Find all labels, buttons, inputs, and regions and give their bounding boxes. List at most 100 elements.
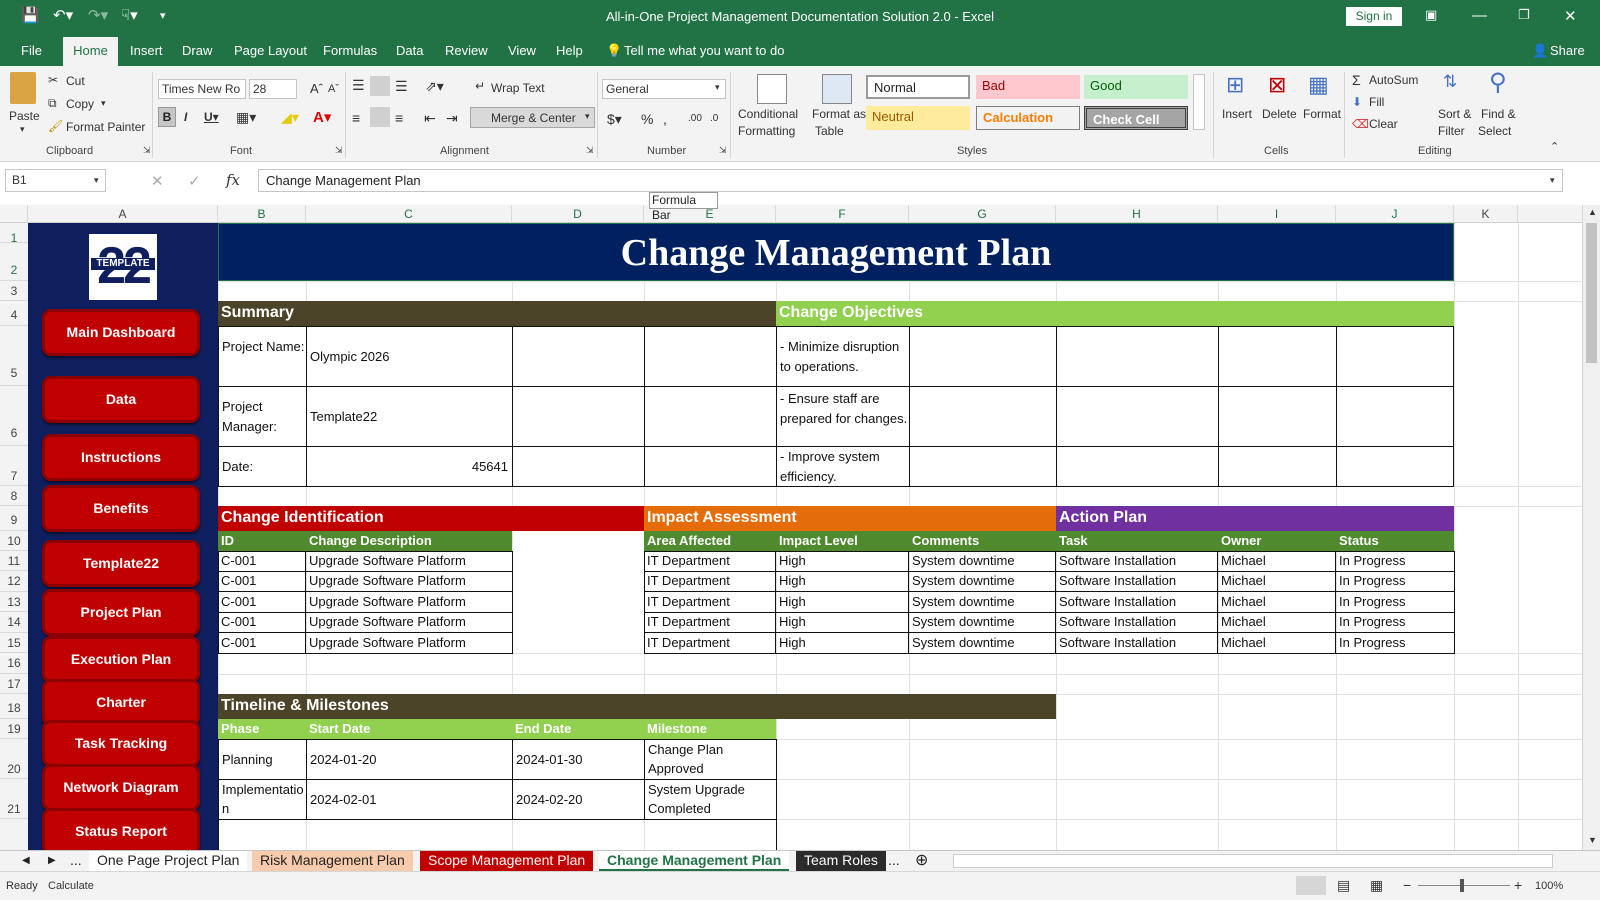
table-cell[interactable]: System downtime	[909, 633, 1056, 653]
row-header-12[interactable]: 12	[0, 571, 28, 592]
style-neutral[interactable]: Neutral	[866, 106, 970, 130]
table-cell[interactable]: IT Department	[644, 633, 776, 653]
table-cell[interactable]: Upgrade Software Platform	[306, 571, 512, 592]
table-cell[interactable]: Michael	[1218, 551, 1336, 572]
column-header-g[interactable]: G	[909, 205, 1056, 223]
formula-input[interactable]: Change Management Plan	[258, 169, 1563, 192]
delete-cells-button[interactable]: Delete	[1262, 107, 1297, 121]
decrease-decimal-icon[interactable]: .0	[710, 113, 718, 124]
percent-icon[interactable]: %	[641, 111, 653, 127]
column-header-f[interactable]: F	[776, 205, 909, 223]
wrap-text-button[interactable]: Wrap Text	[491, 81, 545, 95]
table-cell[interactable]: IT Department	[644, 612, 776, 633]
project-name-value[interactable]: Olympic 2026	[306, 326, 513, 387]
table-cell[interactable]: System downtime	[909, 571, 1056, 592]
column-header-b[interactable]: B	[218, 205, 306, 223]
currency-icon[interactable]: $▾	[607, 111, 622, 128]
top-align-icon[interactable]: ☰	[352, 77, 365, 94]
format-painter-icon[interactable]: 🖌	[48, 119, 63, 133]
style-bad[interactable]: Bad	[976, 75, 1080, 99]
empty-cell[interactable]	[909, 446, 1454, 487]
table-cell[interactable]: High	[776, 633, 909, 653]
sort-filter-icon[interactable]: ⇅	[1443, 72, 1457, 92]
zoom-level[interactable]: 100%	[1535, 880, 1563, 892]
enter-formula-icon[interactable]: ✓	[188, 172, 201, 190]
timeline-cell[interactable]	[218, 819, 777, 850]
insert-cells-button[interactable]: Insert	[1222, 107, 1252, 121]
table-cell[interactable]: C-001	[218, 571, 306, 592]
table-cell[interactable]: In Progress	[1336, 633, 1454, 653]
align-center-icon[interactable]	[370, 107, 390, 127]
scroll-down-icon[interactable]: ▼	[1588, 835, 1597, 845]
empty-cell[interactable]	[909, 386, 1454, 447]
empty-cell[interactable]	[512, 326, 645, 387]
charter-button[interactable]: Charter	[42, 679, 200, 726]
tell-me-search[interactable]: Tell me what you want to do	[624, 43, 784, 58]
empty-cell[interactable]	[644, 446, 777, 487]
next-sheet-icon[interactable]: ▶	[40, 851, 64, 871]
project-plan-button[interactable]: Project Plan	[42, 589, 200, 636]
cut-button[interactable]: Cut	[66, 74, 85, 88]
scroll-up-icon[interactable]: ▲	[1588, 207, 1597, 217]
worksheet-grid[interactable]: 22 TEMPLATE Main Dashboard Data Instruct…	[28, 223, 1582, 850]
timeline-cell[interactable]: Implementation	[218, 779, 307, 820]
more-sheets-left[interactable]: ...	[62, 851, 90, 871]
tab-home[interactable]: Home	[63, 37, 118, 66]
row-header-8[interactable]: 8	[0, 486, 28, 506]
table-cell[interactable]: Upgrade Software Platform	[306, 592, 512, 613]
row-header-1[interactable]: 1	[0, 223, 28, 245]
column-header-h[interactable]: H	[1056, 205, 1218, 223]
table-cell[interactable]: Michael	[1218, 592, 1336, 613]
table-cell[interactable]: In Progress	[1336, 551, 1454, 572]
table-cell[interactable]: Software Installation	[1056, 633, 1218, 653]
timeline-cell[interactable]: System Upgrade Completed	[644, 779, 777, 820]
table-cell[interactable]: Upgrade Software Platform	[306, 612, 512, 633]
timeline-cell[interactable]: 2024-01-30	[512, 739, 645, 780]
insert-function-icon[interactable]: fx	[226, 171, 240, 189]
borders-icon[interactable]: ▦▾	[236, 109, 256, 126]
tab-help[interactable]: Help	[556, 43, 583, 58]
ribbon-display-icon[interactable]: ▣	[1425, 7, 1437, 23]
tab-change-management-plan[interactable]: Change Management Plan	[599, 851, 790, 871]
tab-insert[interactable]: Insert	[130, 43, 163, 58]
decrease-indent-icon[interactable]: ⇤	[424, 110, 436, 127]
more-sheets-right[interactable]: ...	[880, 851, 908, 871]
scroll-thumb[interactable]	[1586, 223, 1597, 363]
table-cell[interactable]: Software Installation	[1056, 592, 1218, 613]
row-header-6[interactable]: 6	[0, 386, 28, 446]
row-header-3[interactable]: 3	[0, 281, 28, 301]
row-header-16[interactable]: 16	[0, 653, 28, 674]
name-box-dropdown-icon[interactable]: ▾	[94, 175, 99, 186]
row-header-21[interactable]: 21	[0, 779, 28, 819]
merge-dropdown-icon[interactable]: ▾	[585, 111, 590, 122]
column-header-j[interactable]: J	[1336, 205, 1454, 223]
instructions-button[interactable]: Instructions	[42, 434, 200, 481]
table-cell[interactable]: IT Department	[644, 592, 776, 613]
row-header-17[interactable]: 17	[0, 674, 28, 694]
sort-filter-label[interactable]: Sort &	[1438, 107, 1471, 121]
increase-decimal-icon[interactable]: .00	[688, 113, 702, 124]
find-select-label[interactable]: Find &	[1481, 107, 1516, 121]
style-check-cell[interactable]: Check Cell	[1084, 106, 1188, 130]
tab-data[interactable]: Data	[396, 43, 423, 58]
insert-cells-icon[interactable]: ⊞	[1226, 72, 1244, 98]
tab-page-layout[interactable]: Page Layout	[234, 43, 307, 58]
table-cell[interactable]: C-001	[218, 633, 306, 653]
page-break-view-icon[interactable]: ▦	[1370, 877, 1383, 894]
table-cell[interactable]: Software Installation	[1056, 571, 1218, 592]
page-title[interactable]: Change Management Plan	[218, 223, 1454, 281]
table-cell[interactable]: C-001	[218, 592, 306, 613]
zoom-out-icon[interactable]: −	[1403, 877, 1411, 893]
table-cell[interactable]: IT Department	[644, 571, 776, 592]
table-cell[interactable]: In Progress	[1336, 571, 1454, 592]
table-cell[interactable]: System downtime	[909, 592, 1056, 613]
objective-item[interactable]: - Ensure staff are prepared for changes.	[776, 386, 910, 447]
middle-align-icon[interactable]	[370, 76, 390, 96]
table-cell[interactable]: Michael	[1218, 612, 1336, 633]
tab-view[interactable]: View	[508, 43, 536, 58]
project-manager-label[interactable]: Project Manager:	[218, 386, 307, 447]
tab-file[interactable]: File	[21, 43, 42, 58]
timeline-cell[interactable]: Change Plan Approved	[644, 739, 777, 780]
zoom-slider[interactable]	[1418, 885, 1510, 886]
table-cell[interactable]: Michael	[1218, 571, 1336, 592]
